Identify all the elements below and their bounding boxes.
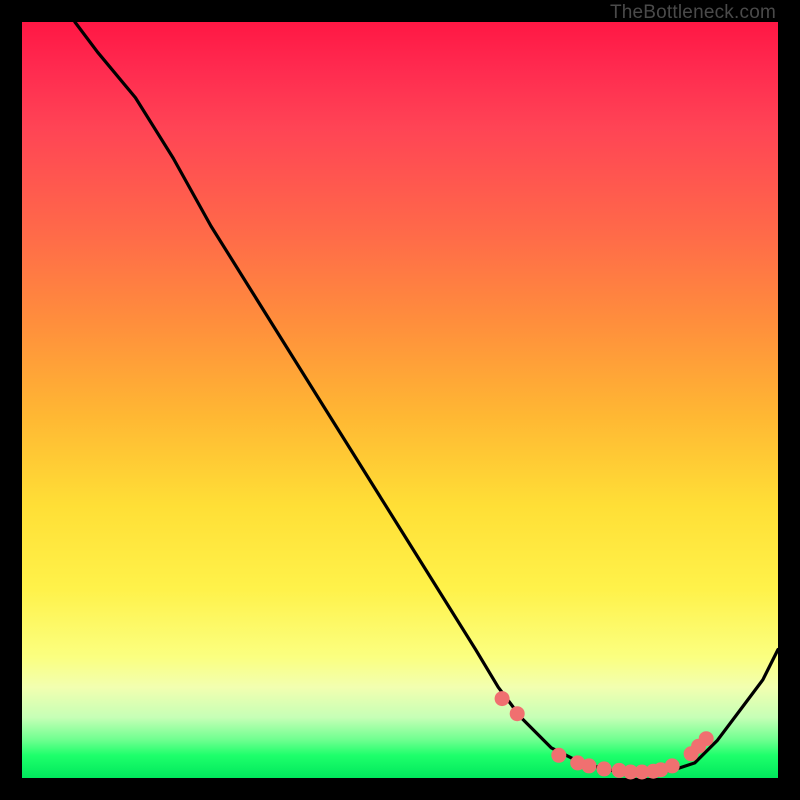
highlight-dot: [699, 731, 714, 746]
highlight-dot: [510, 706, 525, 721]
highlight-dot: [665, 758, 680, 773]
highlight-dot: [551, 748, 566, 763]
attribution-text: TheBottleneck.com: [610, 2, 776, 24]
chart-overlay: [22, 22, 778, 778]
bottleneck-curve: [75, 22, 778, 773]
highlight-dot: [495, 691, 510, 706]
chart-frame: TheBottleneck.com: [0, 0, 800, 800]
highlight-dot: [597, 761, 612, 776]
highlight-dot: [582, 758, 597, 773]
